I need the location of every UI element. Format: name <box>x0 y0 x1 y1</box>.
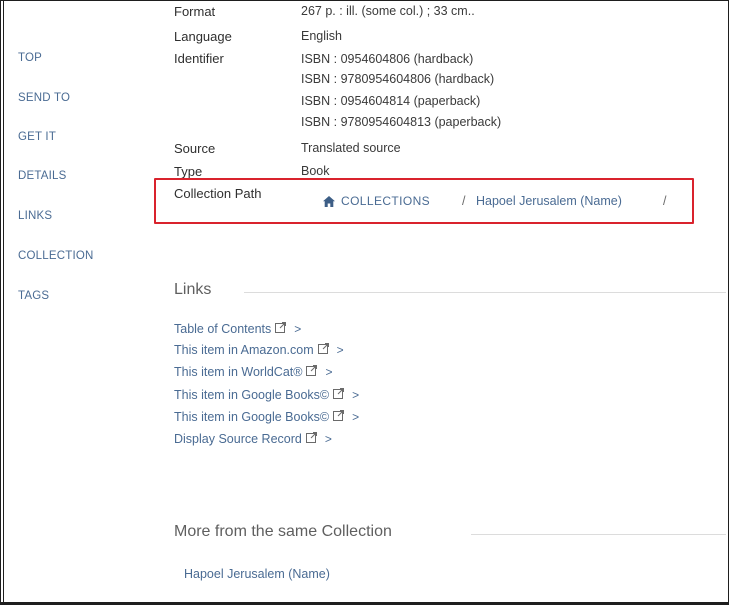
breadcrumb-separator: / <box>462 194 466 208</box>
type-label: Type <box>174 164 203 179</box>
breadcrumb-separator: / <box>663 194 667 208</box>
external-link-icon <box>275 322 287 336</box>
link-label: Table of Contents <box>174 322 272 336</box>
external-link-icon <box>333 388 345 402</box>
external-link-icon <box>317 343 329 357</box>
breadcrumb-home[interactable]: COLLECTIONS <box>323 194 430 208</box>
breadcrumb-collection-link[interactable]: Hapoel Jerusalem (Name) <box>476 194 622 208</box>
chevron-right-icon: > <box>336 343 344 357</box>
nav-item-top[interactable]: TOP <box>18 52 42 64</box>
language-value: English <box>301 29 342 43</box>
link-label: Display Source Record <box>174 432 302 446</box>
chevron-right-icon: > <box>325 365 333 379</box>
link-google-books[interactable]: This item in Google Books© > <box>174 388 359 402</box>
collection-item-link[interactable]: Hapoel Jerusalem (Name) <box>184 567 330 581</box>
nav-item-links[interactable]: LINKS <box>18 210 52 222</box>
chevron-right-icon: > <box>352 410 360 424</box>
home-icon <box>323 195 335 207</box>
links-section-rule <box>244 292 726 293</box>
source-label: Source <box>174 141 216 156</box>
nav-item-send-to[interactable]: SEND TO <box>18 92 70 104</box>
external-link-icon <box>306 365 318 379</box>
link-label: This item in Google Books© <box>174 410 330 424</box>
collection-path-label: Collection Path <box>174 186 262 201</box>
identifier-value: ISBN : 0954604814 (paperback) <box>301 94 481 108</box>
chevron-right-icon: > <box>294 322 302 336</box>
identifier-value: ISBN : 9780954604813 (paperback) <box>301 115 502 129</box>
bottom-border <box>1 602 728 604</box>
nav-item-tags[interactable]: TAGS <box>18 290 49 302</box>
identifier-label: Identifier <box>174 51 224 66</box>
collection-section-title: More from the same Collection <box>174 523 392 540</box>
links-section-title: Links <box>174 281 212 298</box>
language-label: Language <box>174 29 232 44</box>
external-link-icon <box>333 410 345 424</box>
nav-item-details[interactable]: DETAILS <box>18 170 66 182</box>
link-label: This item in Google Books© <box>174 388 330 402</box>
identifier-value: ISBN : 9780954604806 (hardback) <box>301 72 495 86</box>
format-label: Format <box>174 4 216 19</box>
nav-item-collection[interactable]: COLLECTION <box>18 250 94 262</box>
external-link-icon <box>305 432 317 446</box>
breadcrumb-home-label: COLLECTIONS <box>341 194 431 208</box>
link-label: This item in WorldCat® <box>174 365 303 379</box>
chevron-right-icon: > <box>324 432 332 446</box>
collection-section-rule <box>471 534 726 535</box>
chevron-right-icon: > <box>352 388 360 402</box>
link-amazon[interactable]: This item in Amazon.com > <box>174 343 344 357</box>
type-value: Book <box>301 164 330 178</box>
format-value: 267 p. : ill. (some col.) ; 33 cm.. <box>301 4 475 18</box>
page-frame: TOP SEND TO GET IT DETAILS LINKS COLLECT… <box>0 0 729 605</box>
identifier-value: ISBN : 0954604806 (hardback) <box>301 52 474 66</box>
link-label: This item in Amazon.com <box>174 343 314 357</box>
link-google-books[interactable]: This item in Google Books© > <box>174 410 359 424</box>
source-value: Translated source <box>301 141 401 155</box>
link-display-source-record[interactable]: Display Source Record > <box>174 432 332 446</box>
link-table-of-contents[interactable]: Table of Contents > <box>174 322 301 336</box>
nav-item-get-it[interactable]: GET IT <box>18 131 56 143</box>
link-worldcat[interactable]: This item in WorldCat® > <box>174 365 332 379</box>
